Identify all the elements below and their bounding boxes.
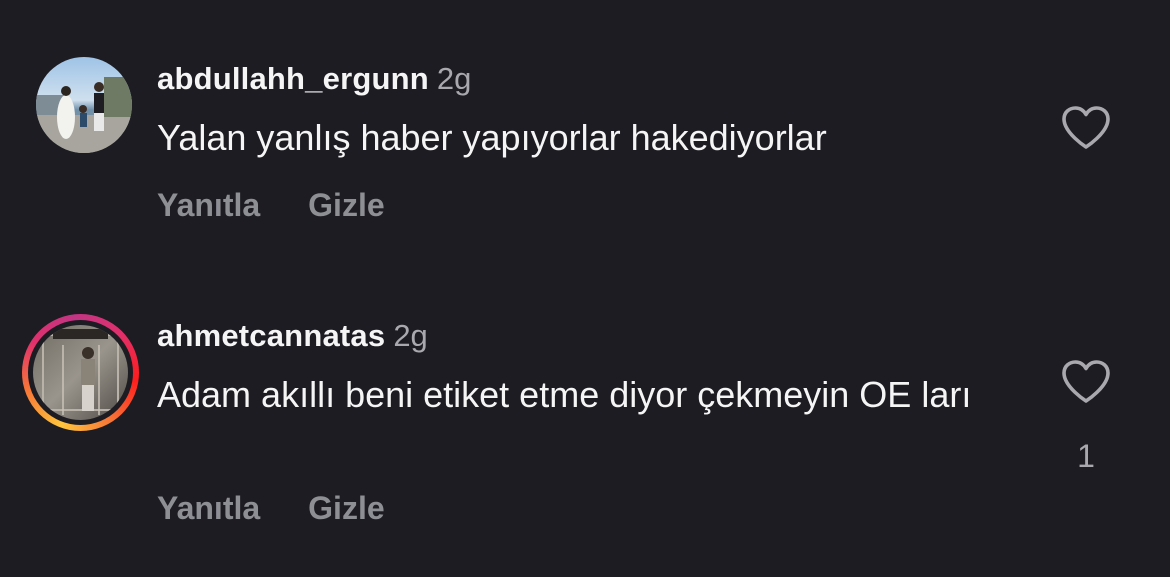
comment-text: Adam akıllı beni etiket etme diyor çekme… xyxy=(157,374,972,415)
comment-time: 2g xyxy=(393,318,428,353)
hide-button[interactable]: Gizle xyxy=(308,488,384,528)
comment-header: ahmetcannatas 2g xyxy=(157,316,428,356)
like-count: 1 xyxy=(1077,438,1095,474)
avatar[interactable] xyxy=(36,57,132,153)
comment-text: Yalan yanlış haber yapıyorlar hakediyorl… xyxy=(157,117,827,158)
comment-header: abdullahh_ergunn 2g xyxy=(157,59,471,99)
avatar xyxy=(33,325,128,420)
username[interactable]: abdullahh_ergunn xyxy=(157,61,429,96)
avatar-photo xyxy=(33,325,128,420)
comment-actions: Yanıtla Gizle xyxy=(157,488,385,528)
heart-outline-icon[interactable] xyxy=(1060,359,1112,405)
comment-actions: Yanıtla Gizle xyxy=(157,185,385,225)
story-ring[interactable] xyxy=(22,314,139,431)
reply-button[interactable]: Yanıtla xyxy=(157,488,260,528)
hide-button[interactable]: Gizle xyxy=(308,185,384,225)
reply-button[interactable]: Yanıtla xyxy=(157,185,260,225)
comment-time: 2g xyxy=(436,61,472,96)
heart-outline-icon[interactable] xyxy=(1060,105,1112,151)
username[interactable]: ahmetcannatas xyxy=(157,318,385,353)
avatar-photo xyxy=(36,57,132,153)
